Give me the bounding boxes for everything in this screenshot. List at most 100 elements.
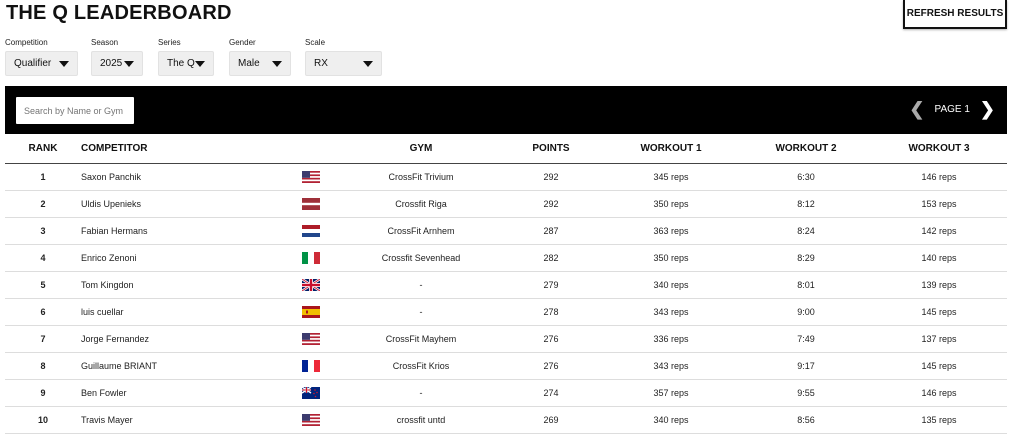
table-row[interactable]: 8 Guillaume BRIANT CrossFit Krios 276 343 re…	[5, 352, 1007, 380]
gym-cell: CrossFit Mayhem	[341, 325, 501, 353]
competitor-name[interactable]: Saxon Panchik	[81, 163, 281, 191]
rank-cell: 7	[5, 325, 81, 353]
chevron-down-icon	[272, 60, 282, 67]
gym-cell: CrossFit Arnhem	[341, 217, 501, 245]
points-cell: 276	[501, 352, 601, 380]
workout-1-cell: 343 reps	[601, 298, 741, 326]
competitor-name[interactable]: Uldis Upenieks	[81, 190, 281, 218]
points-cell: 274	[501, 379, 601, 407]
workout-2-cell: 8:56	[741, 406, 871, 434]
table-row[interactable]: 3 Fabian Hermans CrossFit Arnhem 287 363 rep…	[5, 217, 1007, 245]
table-row[interactable]: 1 Saxon Panchik CrossFit Trivium 292 345 rep…	[5, 163, 1007, 191]
workout-3-cell: 135 reps	[871, 406, 1007, 434]
competitor-name[interactable]: luis cuellar	[81, 298, 281, 326]
competitor-name[interactable]: Enrico Zenoni	[81, 244, 281, 272]
competitor-name[interactable]: Tom Kingdon	[81, 271, 281, 299]
points-cell: 278	[501, 298, 601, 326]
rank-cell: 2	[5, 190, 81, 218]
rank-cell: 5	[5, 271, 81, 299]
gym-cell: Crossfit Sevenhead	[341, 244, 501, 272]
country-flag-icon	[281, 271, 341, 299]
points-header[interactable]: POINTS	[501, 134, 601, 164]
scale-value: RX	[314, 58, 328, 69]
gym-cell: -	[341, 379, 501, 407]
gym-cell: -	[341, 298, 501, 326]
gym-cell: -	[341, 271, 501, 299]
rank-cell: 6	[5, 298, 81, 326]
workout-3-cell: 140 reps	[871, 244, 1007, 272]
gender-filter: Gender Male	[229, 38, 291, 76]
competition-filter: Competition Qualifier	[5, 38, 78, 76]
country-flag-icon	[281, 244, 341, 272]
country-flag-icon	[281, 190, 341, 218]
workout-2-cell: 7:49	[741, 325, 871, 353]
page-title: THE Q LEADERBOARD	[6, 2, 232, 24]
workout-3-cell: 145 reps	[871, 298, 1007, 326]
table-row[interactable]: 4 Enrico Zenoni Crossfit Sevenhead 282 350 r…	[5, 244, 1007, 272]
workout-1-cell: 350 reps	[601, 190, 741, 218]
page-indicator: PAGE 1	[934, 103, 970, 115]
workout-2-header[interactable]: WORKOUT 2	[741, 134, 871, 164]
gym-cell: crossfit untd	[341, 406, 501, 434]
workout-1-cell: 357 reps	[601, 379, 741, 407]
chevron-down-icon	[59, 60, 69, 67]
workout-2-cell: 8:12	[741, 190, 871, 218]
workout-2-cell: 8:01	[741, 271, 871, 299]
season-select[interactable]: 2025	[91, 51, 143, 76]
competitor-header[interactable]: COMPETITOR	[81, 134, 281, 164]
gender-label: Gender	[229, 38, 256, 47]
competitor-name[interactable]: Fabian Hermans	[81, 217, 281, 245]
gender-select[interactable]: Male	[229, 51, 291, 76]
series-select[interactable]: The Q	[158, 51, 214, 76]
scale-select[interactable]: RX	[305, 51, 382, 76]
workout-1-cell: 336 reps	[601, 325, 741, 353]
season-label: Season	[91, 38, 119, 47]
refresh-results-button[interactable]: REFRESH RESULTS	[903, 0, 1007, 29]
table-row[interactable]: 6 luis cuellar -278 343 reps 9:00 145 reps	[5, 298, 1007, 326]
chevron-left-icon[interactable]: ❮	[909, 100, 924, 118]
points-cell: 292	[501, 190, 601, 218]
competitor-name[interactable]: Travis Mayer	[81, 406, 281, 434]
points-cell: 269	[501, 406, 601, 434]
country-flag-icon	[281, 217, 341, 245]
rank-header[interactable]: RANK	[5, 134, 81, 164]
competition-select[interactable]: Qualifier	[5, 51, 78, 76]
rank-cell: 8	[5, 352, 81, 380]
series-value: The Q	[167, 58, 195, 69]
table-row[interactable]: 7 Jorge Fernandez CrossFit Mayhem 276 336 re…	[5, 325, 1007, 353]
competitor-name[interactable]: Guillaume BRIANT	[81, 352, 281, 380]
table-row[interactable]: 10 Travis Mayer crossfit untd 269 340 reps 8:…	[5, 406, 1007, 434]
points-cell: 282	[501, 244, 601, 272]
competition-value: Qualifier	[14, 58, 52, 69]
workout-1-header[interactable]: WORKOUT 1	[601, 134, 741, 164]
table-header-row: RANK COMPETITOR GYM POINTS WORKOUT 1 WOR…	[5, 134, 1007, 164]
workout-2-cell: 8:29	[741, 244, 871, 272]
gym-cell: CrossFit Krios	[341, 352, 501, 380]
gym-cell: Crossfit Riga	[341, 190, 501, 218]
table-row[interactable]: 5 Tom Kingdon -279 340 reps 8:01 139 reps	[5, 271, 1007, 299]
workout-3-cell: 146 reps	[871, 163, 1007, 191]
competitor-name[interactable]: Ben Fowler	[81, 379, 281, 407]
workout-2-cell: 8:24	[741, 217, 871, 245]
points-cell: 276	[501, 325, 601, 353]
points-cell: 279	[501, 271, 601, 299]
gym-header[interactable]: GYM	[341, 134, 501, 164]
competitor-name[interactable]: Jorge Fernandez	[81, 325, 281, 353]
rank-cell: 9	[5, 379, 81, 407]
rank-cell: 10	[5, 406, 81, 434]
country-flag-icon	[281, 379, 341, 407]
search-input[interactable]	[16, 97, 134, 124]
workout-1-cell: 340 reps	[601, 406, 741, 434]
workout-3-cell: 139 reps	[871, 271, 1007, 299]
points-cell: 287	[501, 217, 601, 245]
gym-cell: CrossFit Trivium	[341, 163, 501, 191]
chevron-right-icon[interactable]: ❯	[980, 100, 995, 118]
leaderboard-toolbar: ❮ PAGE 1 ❯	[5, 86, 1007, 134]
table-row[interactable]: 9 Ben Fowler -274 357 reps 9:55 146 reps	[5, 379, 1007, 407]
workout-2-cell: 9:17	[741, 352, 871, 380]
workout-3-header[interactable]: WORKOUT 3	[871, 134, 1007, 164]
chevron-down-icon	[124, 60, 134, 67]
rank-cell: 3	[5, 217, 81, 245]
points-cell: 292	[501, 163, 601, 191]
table-row[interactable]: 2 Uldis Upenieks Crossfit Riga 292 350 reps 8…	[5, 190, 1007, 218]
